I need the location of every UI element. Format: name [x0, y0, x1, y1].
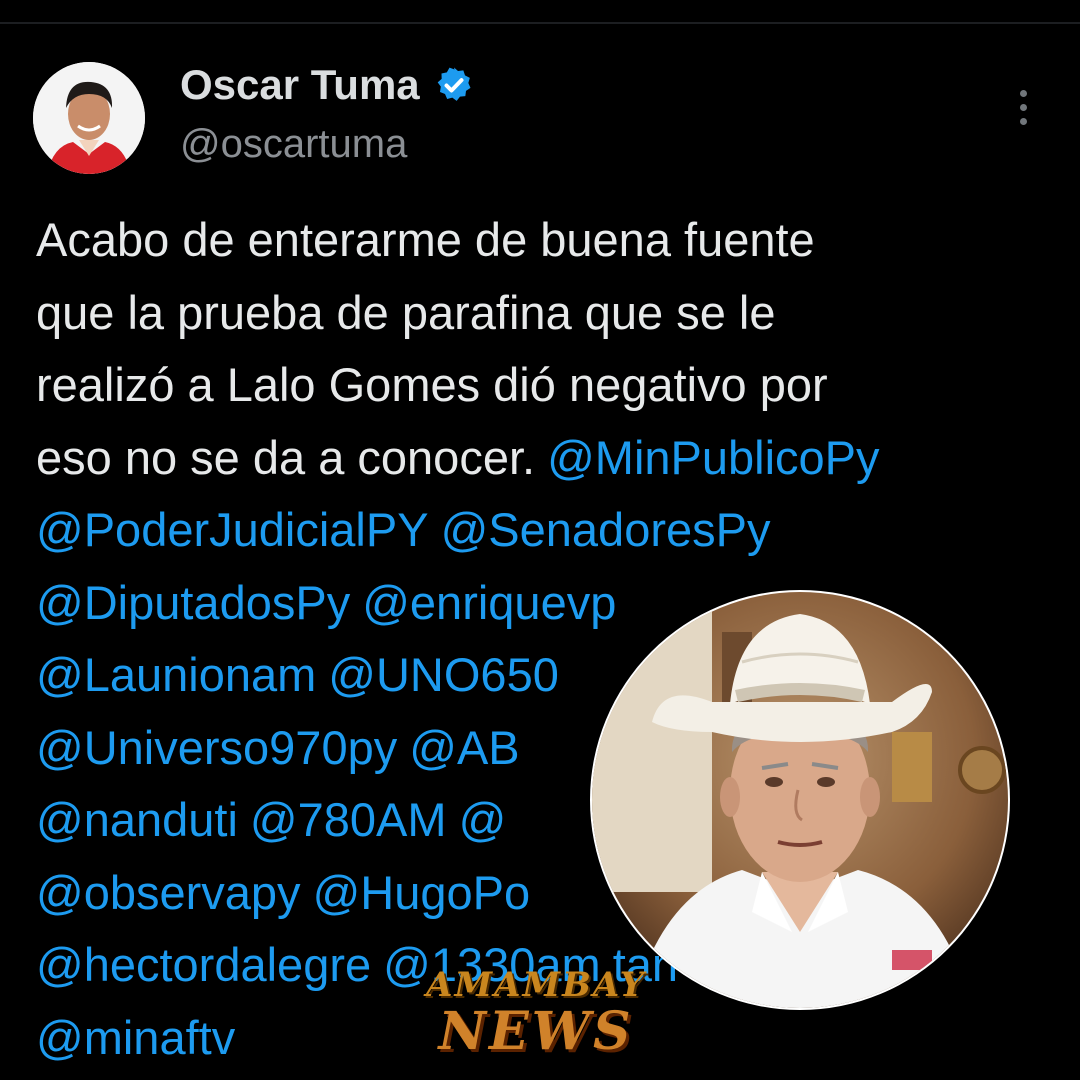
- mention-link[interactable]: @DiputadosPy: [36, 576, 350, 629]
- overlay-portrait-photo: [592, 592, 1008, 1008]
- tweet-line: realizó a Lalo Gomes dió negativo por: [36, 349, 1076, 422]
- mention-link[interactable]: @enriquevp: [362, 576, 616, 629]
- tweet-text-segment: Acabo de enterarme de buena fuente: [36, 213, 815, 266]
- avatar-photo: [33, 62, 145, 174]
- watermark-line2: NEWS: [438, 1001, 634, 1062]
- tweet-text-segment: eso no se da a conocer.: [36, 430, 536, 484]
- author-handle[interactable]: @oscartuma: [180, 120, 407, 168]
- tweet-line: @DiputadosPy @enriquevp: [36, 567, 1076, 640]
- mention-link[interactable]: @780AM: [250, 793, 447, 846]
- amambay-news-watermark: AMAMBAY NEWS: [420, 966, 652, 1062]
- mention-link[interactable]: @UNO650: [328, 648, 559, 701]
- display-name-text: Oscar Tuma: [180, 61, 420, 108]
- mention-link[interactable]: @PoderJudicialPY: [36, 503, 429, 556]
- mention-link[interactable]: @Universo970py: [36, 721, 397, 774]
- author-display-name[interactable]: Oscar Tuma: [180, 60, 474, 110]
- tweet-line: @PoderJudicialPY @SenadoresPy: [36, 494, 1076, 567]
- watermark-line1: AMAMBAY: [426, 965, 646, 1005]
- tweet-line: Acabo de enterarme de buena fuente: [36, 204, 1076, 277]
- mention-link[interactable]: @Launionam: [36, 648, 316, 701]
- top-divider: [0, 22, 1080, 24]
- tweet-line: que la prueba de parafina que se le: [36, 277, 1076, 350]
- verified-badge-icon: [434, 65, 474, 105]
- tweet-screenshot: Oscar Tuma @oscartuma Acabo de enterarme…: [0, 0, 1080, 1080]
- mention-link[interactable]: @AB: [409, 721, 519, 774]
- mention-link[interactable]: @SenadoresPy: [441, 503, 771, 556]
- mention-link[interactable]: @MinPublicoPy: [547, 431, 879, 484]
- author-avatar[interactable]: [33, 62, 145, 174]
- mention-link[interactable]: @: [459, 793, 507, 846]
- tweet-text-segment: que la prueba de parafina que se le: [36, 285, 776, 339]
- mention-link[interactable]: @HugoPo: [313, 866, 531, 919]
- mention-link[interactable]: @observapy: [36, 866, 301, 919]
- more-options-icon[interactable]: [1012, 88, 1036, 128]
- mention-link[interactable]: @hectordalegre: [36, 938, 371, 991]
- mention-link[interactable]: @nanduti: [36, 793, 238, 846]
- mention-link[interactable]: @minaftv: [36, 1011, 235, 1064]
- tweet-line: eso no se da a conocer. @MinPublicoPy: [36, 422, 1076, 495]
- tweet-text-segment: realizó a Lalo Gomes dió negativo por: [36, 358, 828, 411]
